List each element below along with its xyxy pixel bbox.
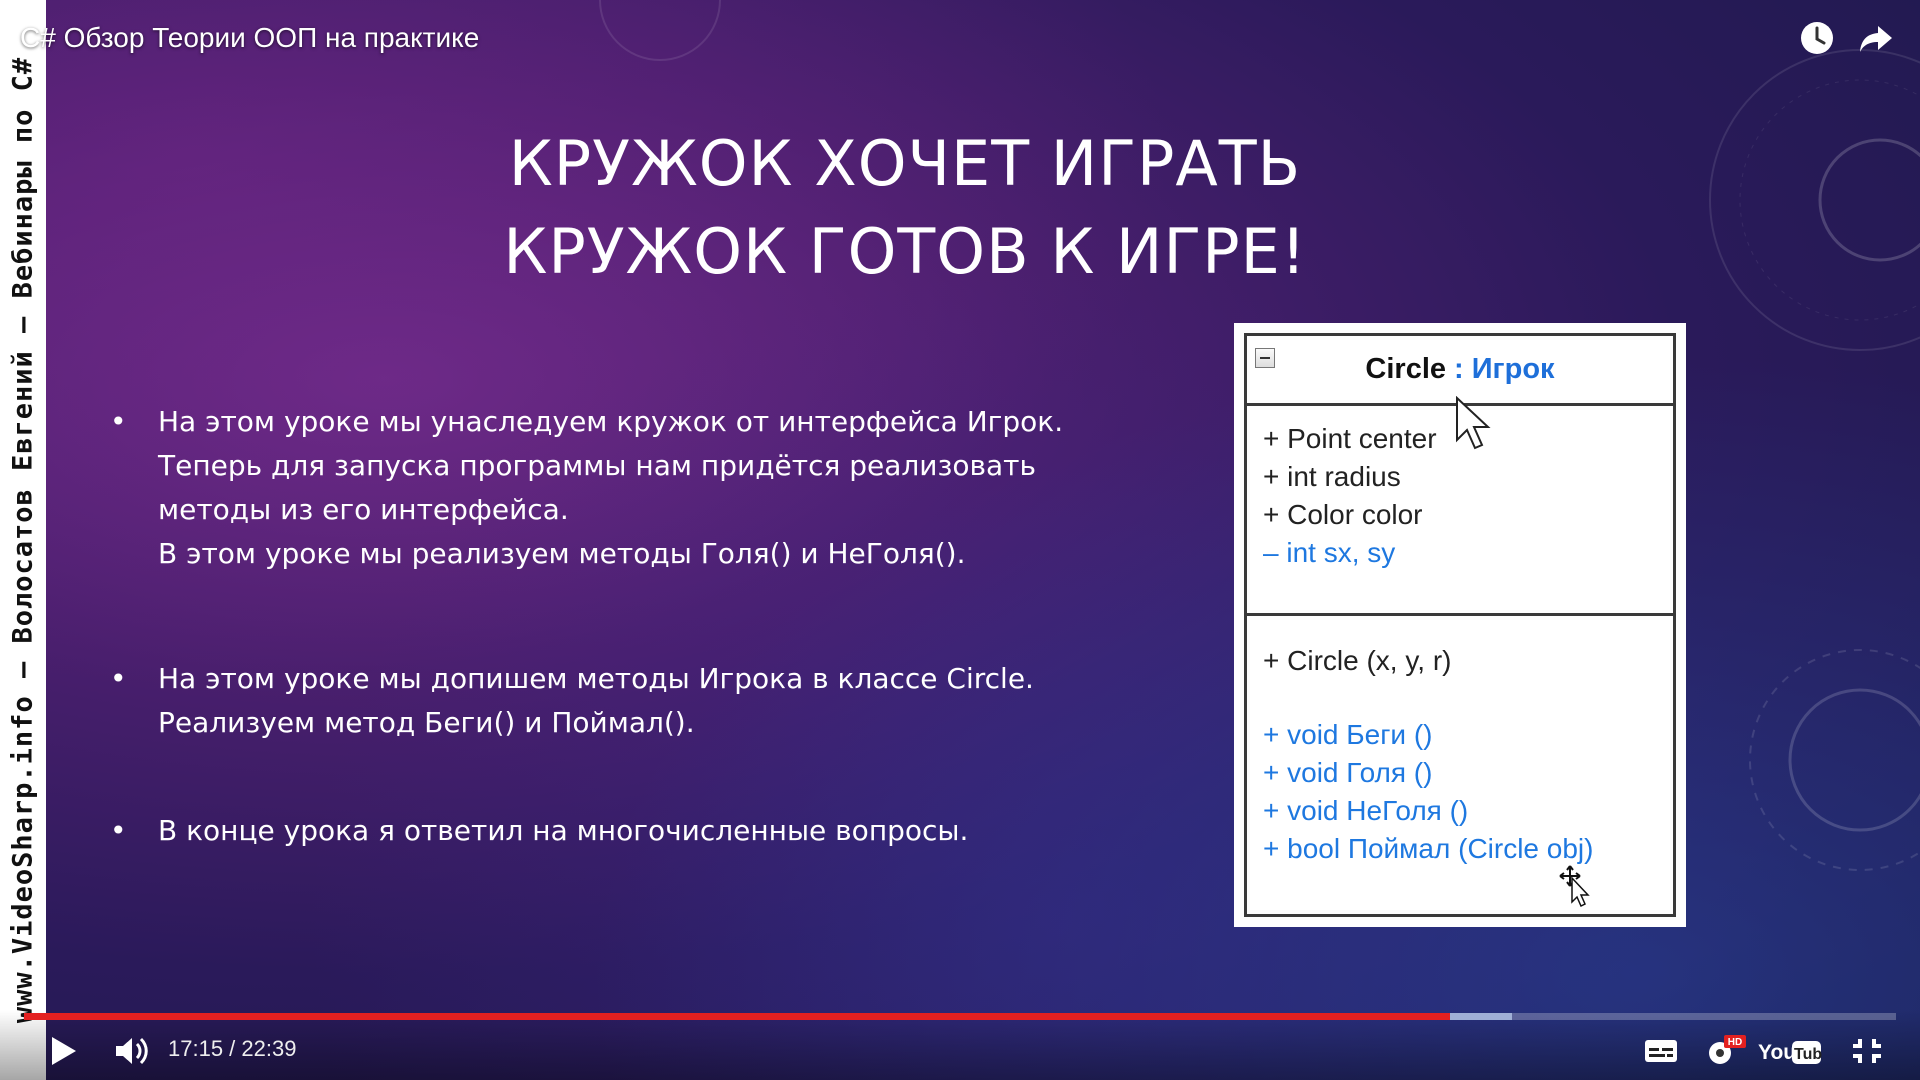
uml-class-diagram: Circle : Игрок + Point center + int radi… — [1234, 323, 1686, 927]
decorative-rings-top — [599, 0, 721, 61]
youtube-logo-tube: Tube — [1794, 1046, 1822, 1063]
progress-bar[interactable] — [24, 1013, 1896, 1020]
uml-separator: : — [1454, 353, 1464, 385]
bullet-item: • На этом уроке мы унаследуем кружок от … — [110, 400, 1063, 576]
bullet-line: Реализуем метод Беги() и Поймал(). — [158, 706, 695, 739]
uml-class-header: Circle : Игрок — [1247, 336, 1673, 406]
share-icon[interactable] — [1856, 18, 1896, 58]
play-icon[interactable] — [48, 1031, 80, 1071]
bullet-marker: • — [110, 814, 127, 847]
youtube-logo[interactable]: You Tube — [1758, 1031, 1822, 1071]
clock-icon[interactable] — [1797, 18, 1837, 58]
uml-field: – int sx, sy — [1263, 537, 1396, 568]
uml-method: + void Беги () — [1263, 719, 1433, 750]
bullet-text: На этом уроке мы унаследуем кружок от ин… — [158, 400, 1063, 576]
bullet-marker: • — [110, 405, 127, 438]
slide-title-line: КРУЖОК ХОЧЕТ ИГРАТЬ — [508, 127, 1302, 200]
uml-field: + Color color — [1263, 499, 1423, 530]
bullet-item: • В конце урока я ответил на многочислен… — [110, 809, 968, 853]
uml-interface-name: Игрок — [1471, 353, 1555, 385]
time-display: 17:15 / 22:39 — [168, 1036, 297, 1061]
subtitles-icon[interactable] — [1644, 1031, 1678, 1071]
uml-field: + int radius — [1263, 461, 1401, 492]
volume-icon[interactable] — [112, 1031, 152, 1071]
progress-played — [24, 1013, 1451, 1020]
slide-title: КРУЖОК ХОЧЕТ ИГРАТЬ КРУЖОК ГОТОВ К ИГРЕ! — [490, 120, 1320, 296]
bullet-line: В этом уроке мы реализуем методы Голя() … — [158, 537, 966, 570]
bullet-item: • На этом уроке мы допишем методы Игрока… — [110, 657, 1034, 745]
bullet-marker: • — [110, 662, 127, 695]
bullet-line: В конце урока я ответил на многочисленны… — [158, 814, 969, 847]
bullet-line: На этом уроке мы допишем методы Игрока в… — [158, 662, 1034, 695]
uml-method: + void Голя () — [1263, 757, 1433, 788]
youtube-logo-you: You — [1758, 1041, 1796, 1064]
uml-methods-section: + Circle (x, y, r) + void Беги () + void… — [1247, 616, 1673, 868]
bullet-line: методы из его интерфейса. — [158, 493, 569, 526]
uml-method: + bool Поймал (Circle obj) — [1263, 833, 1594, 864]
collapse-icon[interactable] — [1255, 348, 1275, 368]
video-title[interactable]: C# Обзор Теории ООП на практике — [20, 22, 479, 54]
uml-class-name: Circle — [1365, 353, 1447, 385]
hd-badge-text: HD — [1728, 1037, 1742, 1048]
settings-hd-icon[interactable]: HD — [1704, 1031, 1748, 1071]
bullet-text: В конце урока я ответил на многочисленны… — [158, 809, 968, 853]
bullet-line: Теперь для запуска программы нам придётс… — [158, 449, 1036, 482]
uml-fields-section: + Point center + int radius + Color colo… — [1247, 406, 1673, 616]
watermark-text: www.VideoSharp.info – Волосатов Евгений … — [7, 56, 39, 1024]
exit-fullscreen-icon[interactable] — [1850, 1031, 1884, 1071]
bullet-line: На этом уроке мы унаследуем кружок от ин… — [158, 405, 1064, 438]
uml-constructor: + Circle (x, y, r) — [1263, 645, 1452, 676]
slide-title-line: КРУЖОК ГОТОВ К ИГРЕ! — [503, 215, 1307, 288]
uml-field: + Point center — [1263, 423, 1437, 454]
uml-method: + void НеГоля () — [1263, 795, 1469, 826]
bullet-text: На этом уроке мы допишем методы Игрока в… — [158, 657, 1034, 745]
uml-class-box: Circle : Игрок + Point center + int radi… — [1244, 333, 1676, 917]
